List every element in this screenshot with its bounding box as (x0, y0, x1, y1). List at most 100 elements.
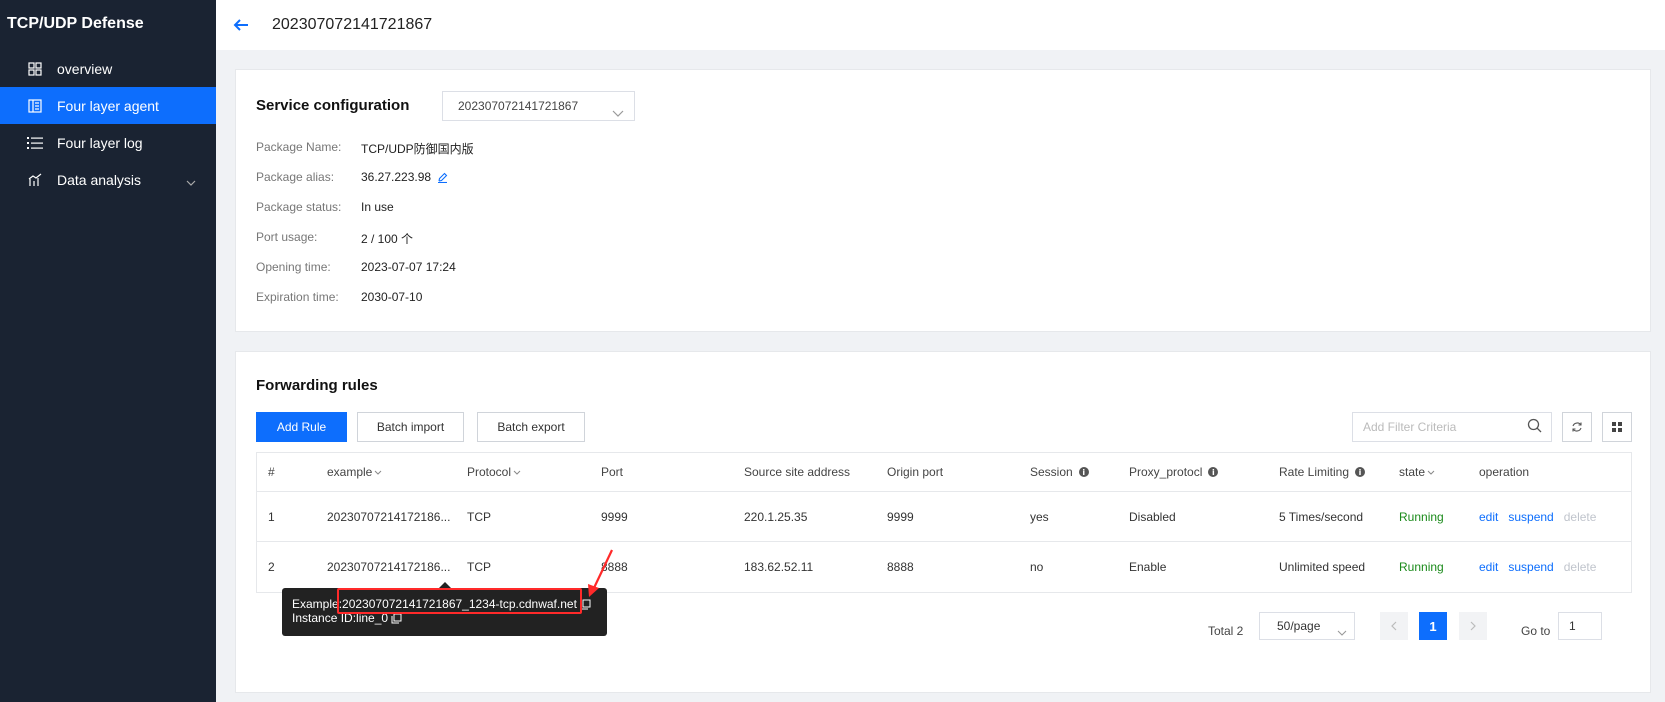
suspend-link[interactable]: suspend (1508, 510, 1553, 524)
agent-icon (27, 98, 43, 114)
edit-link[interactable]: edit (1479, 510, 1498, 524)
field-label: Package Name: (256, 140, 342, 154)
delete-link: delete (1563, 509, 1597, 524)
app-brand: TCP/UDP Defense (7, 15, 144, 32)
goto-page-input[interactable] (1558, 612, 1602, 640)
field-package-alias: Package alias: 36.27.223.98 (256, 170, 448, 184)
goto-label: Go to (1521, 624, 1551, 638)
nav-item-label: Four layer agent (57, 97, 159, 114)
sort-caret-icon (1427, 470, 1435, 475)
cell-session: yes (1030, 509, 1049, 524)
info-icon[interactable]: i (1355, 467, 1366, 477)
page-size-value: 50/page (1277, 619, 1321, 633)
nav-item-four-layer-agent[interactable]: Four layer agent (0, 87, 216, 124)
edit-link[interactable]: edit (1479, 560, 1498, 574)
search-icon[interactable] (1527, 418, 1542, 436)
chart-icon (27, 172, 43, 188)
cell-source: 183.62.52.11 (744, 560, 814, 574)
filter-input[interactable] (1352, 412, 1552, 442)
cell-origin-port: 9999 (887, 509, 914, 524)
col-header-origin-port: Origin port (887, 465, 944, 479)
suspend-link[interactable]: suspend (1508, 560, 1553, 574)
grid-icon (1611, 421, 1623, 433)
col-header-operation: operation (1479, 465, 1530, 479)
page-header: 202307072141721867 (216, 0, 1665, 50)
tooltip-example-prefix: Example: (292, 597, 343, 611)
prev-page-button[interactable] (1380, 612, 1408, 640)
info-icon[interactable]: i (1078, 467, 1089, 477)
next-page-button[interactable] (1459, 612, 1487, 640)
col-header-port: Port (601, 465, 624, 479)
cell-protocol: TCP (467, 509, 491, 524)
chevron-down-icon (612, 100, 624, 128)
field-label: Expiration time: (256, 290, 339, 304)
cell-operation: edit suspend delete (1479, 510, 1606, 524)
field-value: 2030-07-10 (361, 290, 423, 304)
col-header-protocol[interactable]: Protocol (467, 465, 521, 479)
col-header-label: state (1399, 465, 1426, 479)
page-size-select[interactable]: 50/page (1259, 612, 1355, 640)
pagination-total: Total 2 (1208, 624, 1244, 638)
refresh-button[interactable] (1562, 412, 1592, 442)
cell-example[interactable]: 20230707214172186... (327, 510, 450, 524)
add-rule-button[interactable]: Add Rule (256, 412, 347, 442)
info-icon[interactable]: i (1208, 467, 1219, 477)
col-header-label: Session (1030, 465, 1073, 479)
service-select[interactable]: 202307072141721867 (442, 91, 635, 121)
col-header-example[interactable]: example (327, 465, 382, 479)
field-value: In use (361, 200, 394, 214)
sidebar: TCP/UDP Defense overview Four layer agen… (0, 0, 216, 702)
table-row: 1 20230707214172186... TCP 9999 220.1.25… (257, 492, 1631, 542)
chevron-right-icon (1470, 621, 1476, 631)
page-number-button[interactable]: 1 (1419, 612, 1447, 640)
table-row: 2 20230707214172186... TCP 8888 183.62.5… (257, 542, 1631, 592)
forwarding-rules-card: Forwarding rules Add Rule Batch import B… (235, 351, 1651, 693)
cell-state: Running (1399, 560, 1444, 574)
copy-icon[interactable] (391, 613, 402, 624)
forwarding-rules-title: Forwarding rules (256, 377, 378, 394)
cell-protocol: TCP (467, 560, 491, 574)
column-settings-button[interactable] (1602, 412, 1632, 442)
cell-example[interactable]: 20230707214172186... (327, 560, 450, 574)
field-label: Port usage: (256, 230, 318, 244)
cell-rate: Unlimited speed (1279, 560, 1366, 574)
service-select-value: 202307072141721867 (458, 99, 579, 113)
grid-icon (27, 61, 43, 77)
chevron-down-icon (186, 173, 196, 189)
col-header-label: Rate Limiting (1279, 465, 1350, 479)
edit-pencil-icon[interactable] (437, 172, 448, 183)
col-header-source: Source site address (744, 465, 851, 479)
nav-item-label: overview (57, 60, 113, 77)
col-header-label: example (327, 465, 373, 479)
back-arrow-icon[interactable] (232, 16, 250, 34)
col-header-state[interactable]: state (1399, 465, 1435, 479)
rules-table: # example Protocol Port Source site addr… (256, 452, 1632, 593)
page-title: 202307072141721867 (272, 16, 433, 33)
cell-operation: edit suspend delete (1479, 560, 1606, 574)
cell-origin-port: 8888 (887, 560, 914, 574)
batch-export-button[interactable]: Batch export (477, 412, 585, 442)
field-value: 36.27.223.98 (361, 170, 448, 184)
sort-caret-icon (513, 470, 521, 475)
list-icon (27, 135, 43, 151)
cell-num: 1 (268, 509, 275, 524)
batch-import-button[interactable]: Batch import (357, 412, 464, 442)
package-alias-value: 36.27.223.98 (361, 170, 432, 184)
cell-proxy: Enable (1129, 560, 1167, 574)
field-label: Package alias: (256, 170, 335, 184)
nav-item-label: Four layer log (57, 134, 143, 151)
field-package-status: Package status: In use (256, 200, 394, 214)
nav-item-data-analysis[interactable]: Data analysis (0, 161, 216, 198)
field-opening-time: Opening time: 2023-07-07 17:24 (256, 260, 456, 274)
delete-link: delete (1563, 560, 1597, 574)
annotation-arrow-icon (588, 549, 613, 597)
cell-state: Running (1399, 509, 1444, 524)
sort-caret-icon (374, 470, 382, 475)
field-package-name: Package Name: TCP/UDP防御国内版 (256, 140, 474, 157)
service-config-card: Service configuration 202307072141721867… (235, 69, 1651, 332)
nav-item-four-layer-log[interactable]: Four layer log (0, 124, 216, 161)
cell-source: 220.1.25.35 (744, 509, 808, 524)
nav-item-overview[interactable]: overview (0, 50, 216, 87)
chevron-left-icon (1391, 621, 1397, 631)
highlight-box (337, 588, 582, 614)
